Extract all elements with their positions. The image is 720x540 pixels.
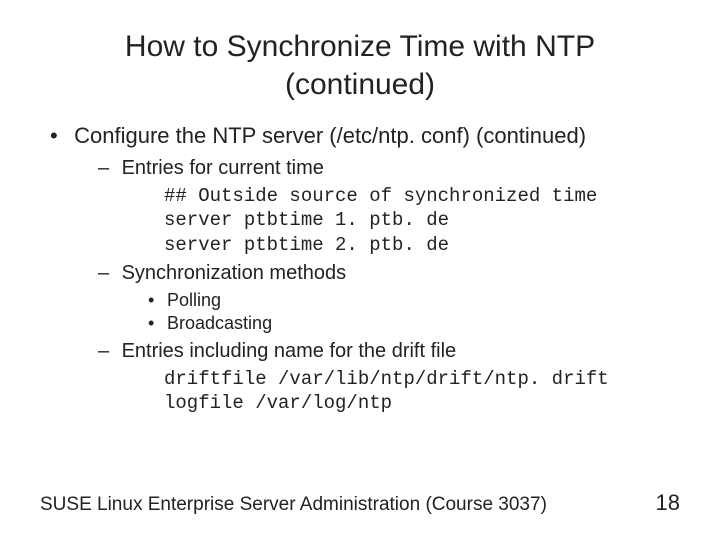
bullet-list: Configure the NTP server (/etc/ntp. conf… bbox=[40, 121, 680, 416]
level1-item: Configure the NTP server (/etc/ntp. conf… bbox=[40, 121, 680, 416]
slide-footer: SUSE Linux Enterprise Server Administrat… bbox=[40, 490, 680, 516]
level2-text: Synchronization methods bbox=[122, 262, 347, 284]
code-line: logfile /var/log/ntp bbox=[164, 391, 680, 416]
code-line: ## Outside source of synchronized time bbox=[164, 184, 680, 209]
code-block-a: ## Outside source of synchronized time s… bbox=[116, 184, 680, 258]
level3-text: Polling bbox=[167, 290, 221, 310]
level2-text: Entries including name for the drift fil… bbox=[122, 340, 457, 362]
level2-item-sync: Synchronization methods Polling Broadcas… bbox=[98, 260, 680, 336]
level2-list: Entries for current time ## Outside sour… bbox=[68, 155, 680, 416]
slide: How to Synchronize Time with NTP (contin… bbox=[0, 0, 720, 540]
code-line: driftfile /var/lib/ntp/drift/ntp. drift bbox=[164, 367, 680, 392]
slide-title: How to Synchronize Time with NTP (contin… bbox=[40, 28, 680, 103]
level3-item-polling: Polling bbox=[148, 289, 680, 312]
code-line: server ptbtime 2. ptb. de bbox=[164, 233, 680, 258]
footer-text: SUSE Linux Enterprise Server Administrat… bbox=[40, 494, 547, 516]
level2-item-drift: Entries including name for the drift fil… bbox=[98, 338, 680, 416]
level2-text: Entries for current time bbox=[122, 157, 324, 179]
level2-item-entries: Entries for current time ## Outside sour… bbox=[98, 155, 680, 258]
title-line-1: How to Synchronize Time with NTP bbox=[125, 30, 595, 63]
code-block-c: driftfile /var/lib/ntp/drift/ntp. drift … bbox=[116, 367, 680, 416]
code-line: server ptbtime 1. ptb. de bbox=[164, 208, 680, 233]
level3-item-broadcasting: Broadcasting bbox=[148, 312, 680, 335]
page-number: 18 bbox=[656, 490, 680, 516]
level3-text: Broadcasting bbox=[167, 313, 272, 333]
level1-text: Configure the NTP server (/etc/ntp. conf… bbox=[74, 123, 586, 148]
title-line-2: (continued) bbox=[285, 68, 435, 101]
level3-list: Polling Broadcasting bbox=[116, 289, 680, 336]
